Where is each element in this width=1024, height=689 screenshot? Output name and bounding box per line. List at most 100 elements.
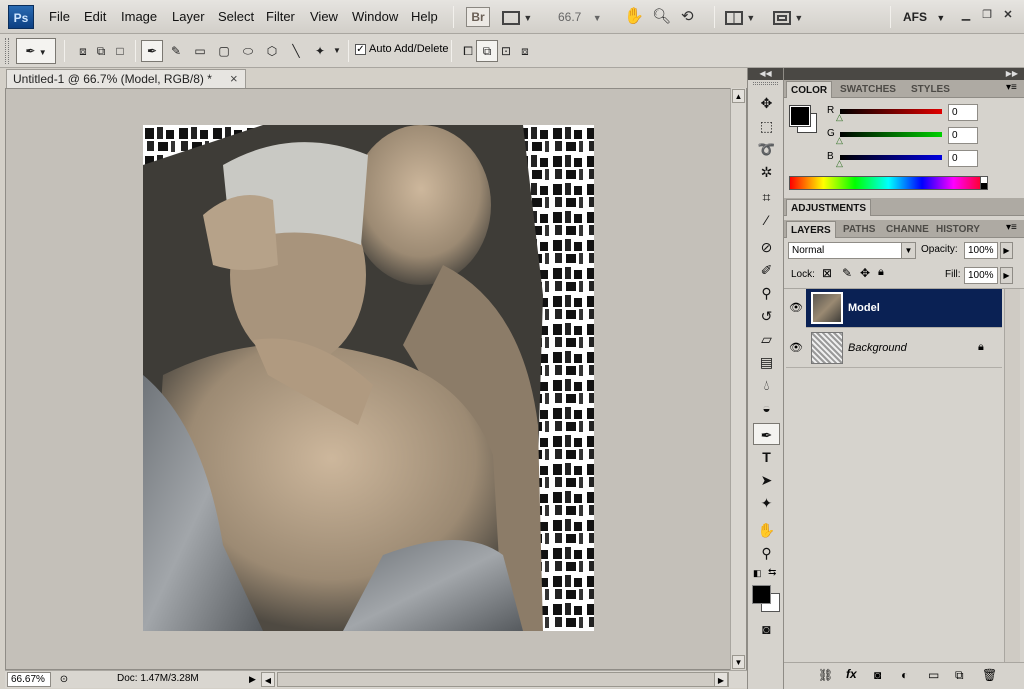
scroll-left-icon[interactable]: ◀ <box>261 672 275 687</box>
fill-slider-arrow-icon[interactable]: ▶ <box>1000 267 1013 284</box>
status-info-icon[interactable]: ⊙ <box>57 672 71 687</box>
chevron-down-icon[interactable]: ▼ <box>331 40 343 62</box>
tab-adjustments[interactable]: ADJUSTMENTS <box>786 199 872 216</box>
layer-row-background[interactable]: 👁︎ Background 🔒︎ <box>786 329 1002 368</box>
horizontal-scrollbar[interactable] <box>277 672 729 687</box>
options-grip[interactable] <box>5 38 9 64</box>
crop-tool-icon[interactable]: ⌗ <box>753 186 780 208</box>
toolbar-grip[interactable] <box>753 82 778 85</box>
tab-styles[interactable]: STYLES <box>907 81 954 98</box>
pen-icon[interactable]: ✒ <box>141 40 163 62</box>
rotate-view-icon[interactable]: ⟲ <box>681 6 701 28</box>
arrange-documents-menu[interactable]: ▼ <box>725 6 765 28</box>
menu-select[interactable]: Select <box>218 9 254 24</box>
layers-scrollbar[interactable] <box>1004 289 1020 663</box>
document-tab[interactable]: Untitled-1 @ 66.7% (Model, RGB/8) * × <box>6 69 246 88</box>
opacity-slider-arrow-icon[interactable]: ▶ <box>1000 242 1013 259</box>
tab-paths[interactable]: PATHS <box>839 221 879 238</box>
minibridge-menu[interactable]: ▼ <box>502 6 542 28</box>
blue-slider-handle-icon[interactable]: △ <box>836 158 843 169</box>
zoom-field[interactable]: 66.67% <box>7 672 51 687</box>
menu-window[interactable]: Window <box>352 9 398 24</box>
lasso-tool-icon[interactable]: ➰ <box>753 138 780 160</box>
adjustment-layer-icon[interactable]: ◐ <box>901 668 908 682</box>
tab-swatches[interactable]: SWATCHES <box>836 81 900 98</box>
red-value-input[interactable]: 0 <box>948 104 978 121</box>
green-slider[interactable] <box>840 132 942 137</box>
auto-add-delete-option[interactable]: ✓ Auto Add/Delete <box>355 43 449 55</box>
bridge-button[interactable]: Br <box>466 7 490 27</box>
layer-style-fx-icon[interactable]: fx <box>846 667 857 681</box>
delete-layer-icon[interactable]: 🗑︎ <box>982 668 997 682</box>
color-fg-swatch[interactable] <box>789 105 811 127</box>
lock-image-icon[interactable]: ✎ <box>842 266 852 280</box>
layer-mask-icon[interactable]: ◙ <box>874 668 881 682</box>
workspace-switcher[interactable]: AFS ▼ <box>903 6 949 28</box>
eyedropper-tool-icon[interactable]: ⁄ <box>753 209 780 231</box>
menu-image[interactable]: Image <box>121 9 157 24</box>
minimize-icon[interactable]: ▁ <box>958 8 974 22</box>
panel-menu-icon[interactable]: ▾≡ <box>1006 82 1017 93</box>
clone-stamp-tool-icon[interactable]: ⚲ <box>753 282 780 304</box>
hand-icon[interactable]: ✋ <box>624 6 644 28</box>
color-spectrum-ramp[interactable] <box>789 176 988 190</box>
vertical-scrollbar[interactable]: ▲ ▼ <box>730 88 746 670</box>
close-tab-icon[interactable]: × <box>230 71 238 86</box>
eye-icon[interactable]: 👁︎ <box>786 289 806 328</box>
healing-brush-tool-icon[interactable]: ⊘ <box>753 236 780 258</box>
fill-input[interactable]: 100% <box>964 267 998 284</box>
default-colors-icon[interactable]: ◧ <box>753 568 763 578</box>
screen-mode-menu[interactable]: ▼ <box>773 6 813 28</box>
link-layers-icon[interactable]: ⛓ <box>818 668 833 682</box>
quick-mask-icon[interactable]: ◙ <box>753 618 780 640</box>
menu-filter[interactable]: Filter <box>266 9 295 24</box>
path-selection-tool-icon[interactable]: ➤ <box>753 469 780 491</box>
new-group-icon[interactable]: ▭ <box>928 668 939 682</box>
tab-history[interactable]: HISTORY <box>932 221 984 238</box>
type-tool-icon[interactable]: T <box>753 446 780 468</box>
menu-edit[interactable]: Edit <box>84 9 106 24</box>
marquee-tool-icon[interactable]: ⬚ <box>753 115 780 137</box>
freeform-pen-icon[interactable]: ✎ <box>165 40 187 62</box>
layer-row-model[interactable]: 👁︎ Model <box>786 289 1002 328</box>
lock-all-icon[interactable]: 🔒︎ <box>878 266 884 279</box>
eraser-tool-icon[interactable]: ▱ <box>753 328 780 350</box>
new-layer-icon[interactable]: ⧉ <box>955 668 964 683</box>
scroll-right-icon[interactable]: ▶ <box>714 672 728 687</box>
custom-shape-tool-icon[interactable]: ✦ <box>753 492 780 514</box>
rectangle-icon[interactable]: ▭ <box>189 40 211 62</box>
gradient-tool-icon[interactable]: ▤ <box>753 351 780 373</box>
blend-mode-select[interactable]: Normal ▼ <box>788 242 916 259</box>
move-tool-icon[interactable]: ✥ <box>753 92 780 114</box>
polygon-icon[interactable]: ⬡ <box>261 40 283 62</box>
tab-layers[interactable]: LAYERS <box>786 221 836 238</box>
fill-pixels-icon[interactable]: □ <box>109 40 131 62</box>
menu-layer[interactable]: Layer <box>172 9 205 24</box>
menu-view[interactable]: View <box>310 9 338 24</box>
exclude-overlap-icon[interactable]: ⧈ <box>514 40 536 62</box>
auto-add-delete-checkbox[interactable]: ✓ <box>355 43 366 55</box>
zoom-tool-icon[interactable]: ⚲ <box>753 542 780 564</box>
blue-slider[interactable] <box>840 155 942 160</box>
foreground-color-swatch[interactable] <box>752 585 771 604</box>
blue-value-input[interactable]: 0 <box>948 150 978 167</box>
green-value-input[interactable]: 0 <box>948 127 978 144</box>
scroll-up-icon[interactable]: ▲ <box>732 89 745 103</box>
blur-tool-icon[interactable]: 💧︎ <box>753 374 780 396</box>
lock-position-icon[interactable]: ✥ <box>860 266 870 280</box>
close-icon[interactable]: ✕ <box>1000 8 1016 22</box>
status-menu-arrow-icon[interactable]: ▶ <box>249 673 259 686</box>
zoom-icon[interactable]: 🔍︎ <box>652 6 672 28</box>
green-slider-handle-icon[interactable]: △ <box>836 135 843 146</box>
collapse-toolbar-icon[interactable]: ◀◀ <box>748 68 783 80</box>
black-white-swatches[interactable] <box>980 176 988 190</box>
hand-tool-icon[interactable]: ✋ <box>753 519 780 541</box>
history-brush-tool-icon[interactable]: ↺ <box>753 305 780 327</box>
dodge-tool-icon[interactable]: ◒ <box>753 397 780 419</box>
ellipse-icon[interactable]: ⬭ <box>237 40 259 62</box>
panel-menu-icon[interactable]: ▾≡ <box>1006 222 1017 233</box>
brush-tool-icon[interactable]: ✐ <box>753 259 780 281</box>
menu-help[interactable]: Help <box>411 9 438 24</box>
tab-color[interactable]: COLOR <box>786 81 833 98</box>
pen-tool-icon[interactable]: ✒ <box>753 423 780 445</box>
